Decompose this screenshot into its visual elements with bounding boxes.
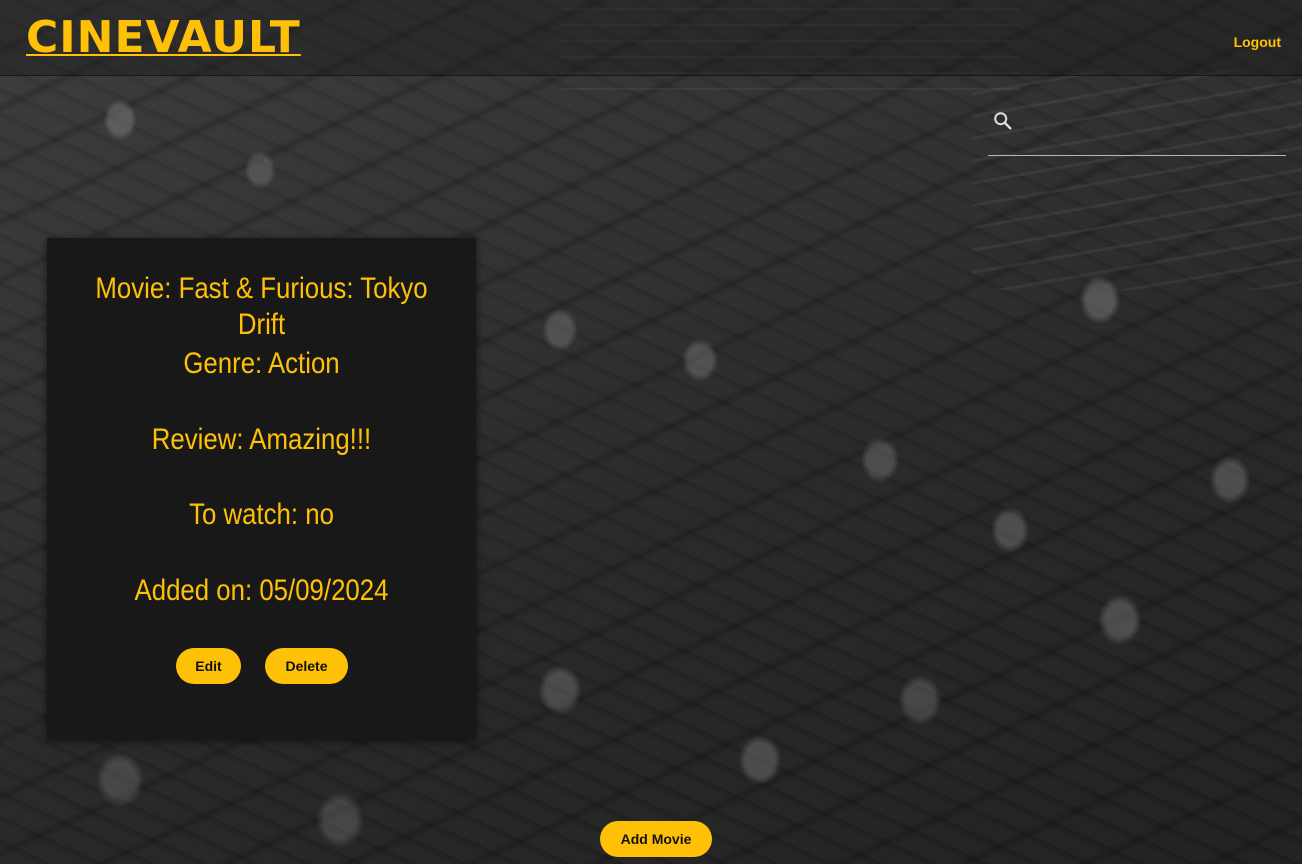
- add-movie-button[interactable]: Add Movie: [600, 821, 712, 857]
- movie-genre: Genre: Action: [183, 347, 340, 380]
- site-logo[interactable]: CINEVAULT: [26, 14, 301, 62]
- delete-button[interactable]: Delete: [265, 648, 348, 684]
- movie-added-on: Added on: 05/09/2024: [134, 574, 389, 607]
- movie-to-watch: To watch: no: [189, 498, 334, 531]
- logout-link[interactable]: Logout: [1234, 34, 1281, 50]
- movie-card: Movie: Fast & Furious: Tokyo Drift Genre…: [47, 238, 476, 739]
- search-bar: [988, 104, 1286, 156]
- top-header: CINEVAULT Logout: [0, 0, 1302, 76]
- search-input[interactable]: [1022, 106, 1282, 140]
- movie-review: Review: Amazing!!!: [151, 423, 372, 456]
- movie-title: Movie: Fast & Furious: Tokyo Drift: [95, 272, 428, 341]
- background-stage: [972, 70, 1302, 290]
- search-icon: [992, 110, 1014, 132]
- edit-button[interactable]: Edit: [176, 648, 241, 684]
